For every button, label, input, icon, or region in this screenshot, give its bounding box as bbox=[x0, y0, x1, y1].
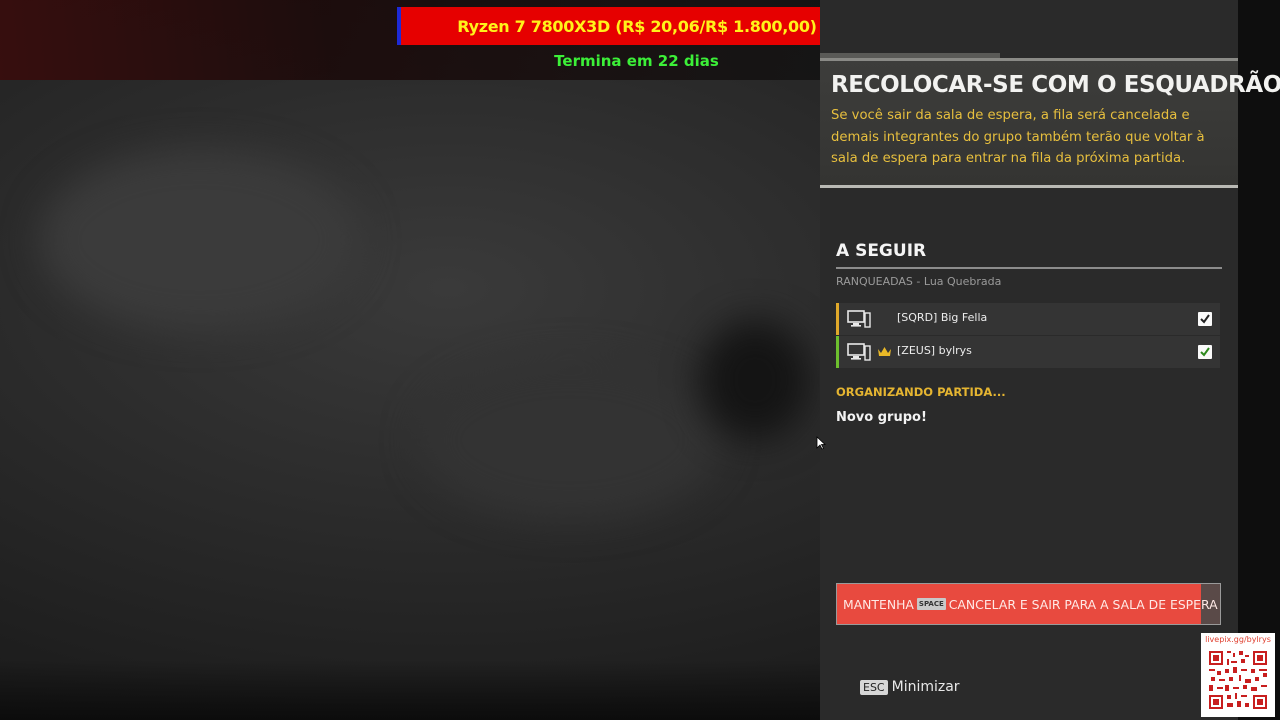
party-member-row[interactable]: [ZEUS] bylrys bbox=[836, 336, 1220, 368]
ready-check-icon bbox=[1198, 345, 1212, 359]
minimize-button[interactable]: ESC Minimizar bbox=[860, 679, 960, 695]
ready-check-icon bbox=[1198, 312, 1212, 326]
background-blob bbox=[40, 150, 360, 330]
member-name: [SQRD] Big Fella bbox=[897, 311, 988, 324]
livepix-qr-card: livepix.gg/bylrys bbox=[1201, 633, 1275, 717]
space-key-icon: SPACE bbox=[916, 598, 946, 610]
member-name: [ZEUS] bylrys bbox=[897, 344, 972, 357]
hold-prefix: MANTENHA bbox=[843, 596, 914, 612]
game-mode-label: RANQUEADAS - Lua Quebrada bbox=[836, 275, 1002, 288]
background-blob bbox=[420, 360, 720, 520]
background-bottom-shade bbox=[0, 660, 820, 720]
qr-code-icon bbox=[1207, 649, 1269, 711]
donation-goal-banner: Ryzen 7 7800X3D (R$ 20,06/R$ 1.800,00) bbox=[397, 7, 876, 45]
donation-goal-deadline: Termina em 22 dias bbox=[554, 52, 719, 70]
pc-platform-icon bbox=[847, 310, 871, 328]
qr-url: livepix.gg/bylrys bbox=[1205, 635, 1271, 644]
mouse-cursor-icon bbox=[816, 436, 826, 450]
hold-button-label: MANTENHA SPACE CANCELAR E SAIR PARA A SA… bbox=[843, 597, 1218, 612]
hold-suffix: CANCELAR E SAIR PARA A SALA DE ESPERA bbox=[948, 596, 1218, 612]
divider bbox=[836, 267, 1222, 269]
next-section-title: A SEGUIR bbox=[836, 241, 927, 261]
group-message: Novo grupo! bbox=[836, 410, 927, 425]
donation-goal-title: Ryzen 7 7800X3D (R$ 20,06/R$ 1.800,00) bbox=[457, 16, 817, 36]
background-blob bbox=[700, 320, 810, 440]
minimize-label: Minimizar bbox=[891, 679, 960, 695]
esc-key-icon: ESC bbox=[860, 679, 888, 695]
warning-title: RECOLOCAR-SE COM O ESQUADRÃO bbox=[831, 72, 1280, 98]
pc-platform-icon bbox=[847, 343, 871, 361]
cancel-and-leave-button[interactable]: MANTENHA SPACE CANCELAR E SAIR PARA A SA… bbox=[836, 583, 1221, 625]
warning-text: Se você sair da sala de espera, a fila s… bbox=[831, 108, 1205, 166]
panel-right-edge bbox=[1238, 0, 1280, 720]
party-member-row[interactable]: [SQRD] Big Fella bbox=[836, 303, 1220, 335]
crown-icon bbox=[878, 347, 891, 356]
matchmaking-status: ORGANIZANDO PARTIDA... bbox=[836, 385, 1006, 399]
